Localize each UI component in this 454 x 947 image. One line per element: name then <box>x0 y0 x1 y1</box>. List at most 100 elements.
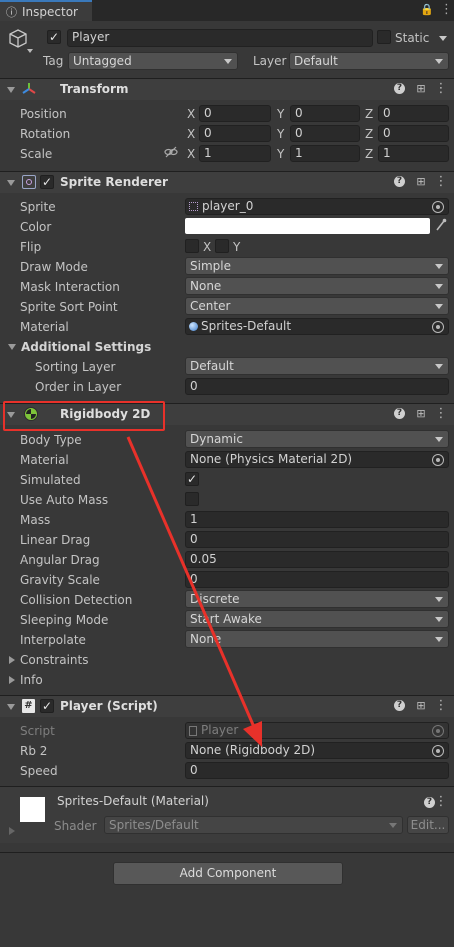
info-label[interactable]: Info <box>20 673 43 687</box>
mask-interaction-dropdown[interactable]: None <box>185 277 449 295</box>
component-menu-icon[interactable]: ⋮ <box>434 407 448 421</box>
add-component-button[interactable]: Add Component <box>113 862 343 885</box>
position-z-label[interactable]: Z <box>365 107 373 121</box>
mask-interaction-label: Mask Interaction <box>20 280 120 294</box>
collision-detection-dropdown[interactable]: Discrete <box>185 590 449 608</box>
script-value: Player <box>201 723 239 737</box>
preset-sliders-icon[interactable]: ⊞ <box>414 175 428 189</box>
material-foldout-icon[interactable] <box>9 827 15 835</box>
scale-x-label[interactable]: X <box>187 147 195 161</box>
additional-settings-foldout-icon[interactable] <box>8 344 16 350</box>
player-script-enabled-checkbox[interactable]: ✓ <box>40 699 54 713</box>
sorting-layer-dropdown[interactable]: Default <box>185 357 449 375</box>
component-menu-icon[interactable]: ⋮ <box>434 82 448 96</box>
tag-dropdown[interactable]: Untagged <box>68 52 238 70</box>
transform-header[interactable]: Transform ? ⊞ ⋮ <box>0 78 454 100</box>
position-y-label[interactable]: Y <box>277 107 284 121</box>
help-icon[interactable]: ? <box>394 176 405 187</box>
sleeping-mode-dropdown[interactable]: Start Awake <box>185 610 449 628</box>
constrain-proportions-icon[interactable] <box>164 146 178 161</box>
foldout-arrow-icon[interactable] <box>7 704 15 710</box>
material-preview-thumbnail[interactable] <box>20 797 45 822</box>
gravity-scale-input[interactable]: 0 <box>185 571 449 588</box>
speed-input[interactable]: 0 <box>185 762 449 779</box>
object-picker-icon[interactable] <box>432 321 444 333</box>
linear-drag-input[interactable]: 0 <box>185 531 449 548</box>
foldout-arrow-icon[interactable] <box>7 180 15 186</box>
gameobject-name-input[interactable]: Player <box>67 29 373 47</box>
scale-z-label[interactable]: Z <box>365 147 373 161</box>
order-in-layer-label: Order in Layer <box>35 380 122 394</box>
scale-y-label[interactable]: Y <box>277 147 284 161</box>
sorting-layer-value: Default <box>190 359 234 373</box>
sprite-renderer-header[interactable]: ✓ Sprite Renderer ? ⊞ ⋮ <box>0 171 454 193</box>
draw-mode-dropdown[interactable]: Simple <box>185 257 449 275</box>
rotation-y-input[interactable]: 0 <box>290 125 360 142</box>
kebab-menu-icon[interactable]: ⋮ <box>440 2 453 17</box>
scale-x-input[interactable]: 1 <box>199 145 271 162</box>
edit-shader-button[interactable]: Edit... <box>407 816 449 834</box>
material-preview-title[interactable]: Sprites-Default (Material) <box>57 794 209 808</box>
component-menu-icon[interactable]: ⋮ <box>434 175 448 189</box>
static-checkbox[interactable] <box>377 30 391 44</box>
help-icon[interactable]: ? <box>394 700 405 711</box>
preset-sliders-icon[interactable]: ⊞ <box>414 82 428 96</box>
info-foldout-icon[interactable] <box>9 676 15 684</box>
scale-label[interactable]: Scale <box>20 147 52 161</box>
tab-inspector[interactable]: ⓘ Inspector <box>0 0 92 21</box>
rb2-object-field[interactable]: None (Rigidbody 2D) <box>185 742 449 759</box>
constraints-label[interactable]: Constraints <box>20 653 88 667</box>
order-in-layer-input[interactable]: 0 <box>185 378 449 395</box>
component-menu-icon[interactable]: ⋮ <box>434 699 448 713</box>
position-y-input[interactable]: 0 <box>290 105 360 122</box>
position-z-input[interactable]: 0 <box>378 105 449 122</box>
additional-settings-label[interactable]: Additional Settings <box>21 340 151 354</box>
foldout-arrow-icon[interactable] <box>7 87 15 93</box>
color-swatch[interactable] <box>185 218 430 234</box>
chevron-down-icon <box>435 59 443 64</box>
gameobject-active-checkbox[interactable]: ✓ <box>47 30 61 44</box>
material-object-field[interactable]: Sprites-Default <box>185 318 449 335</box>
rotation-x-label[interactable]: X <box>187 127 195 141</box>
position-label[interactable]: Position <box>20 107 67 121</box>
lock-icon[interactable]: 🔒 <box>420 3 434 16</box>
component-menu-icon[interactable]: ⋮ <box>434 795 448 809</box>
scale-y-input[interactable]: 1 <box>290 145 360 162</box>
help-icon[interactable]: ? <box>394 408 405 419</box>
rotation-label[interactable]: Rotation <box>20 127 70 141</box>
player-script-header[interactable]: # ✓ Player (Script) ? ⊞ ⋮ <box>0 695 454 717</box>
rotation-z-input[interactable]: 0 <box>378 125 449 142</box>
mass-label: Mass <box>20 513 51 527</box>
interpolate-dropdown[interactable]: None <box>185 630 449 648</box>
sprite-renderer-enabled-checkbox[interactable]: ✓ <box>40 175 54 189</box>
sprite-renderer-title: Sprite Renderer <box>60 175 168 189</box>
rotation-z-label[interactable]: Z <box>365 127 373 141</box>
object-picker-icon[interactable] <box>432 201 444 213</box>
angular-drag-input[interactable]: 0.05 <box>185 551 449 568</box>
layer-dropdown[interactable]: Default <box>289 52 449 70</box>
help-icon[interactable]: ? <box>394 83 405 94</box>
position-x-input[interactable]: 0 <box>199 105 271 122</box>
flip-y-checkbox[interactable] <box>215 239 229 253</box>
icon-dropdown-caret-icon[interactable] <box>27 49 33 53</box>
object-picker-icon[interactable] <box>432 454 444 466</box>
simulated-checkbox[interactable]: ✓ <box>185 472 199 486</box>
rotation-y-label[interactable]: Y <box>277 127 284 141</box>
body-type-dropdown[interactable]: Dynamic <box>185 430 449 448</box>
eyedropper-icon[interactable] <box>435 218 447 235</box>
sprite-sort-point-dropdown[interactable]: Center <box>185 297 449 315</box>
shader-dropdown[interactable]: Sprites/Default <box>104 816 403 834</box>
mass-input[interactable]: 1 <box>185 511 449 528</box>
scale-z-input[interactable]: 1 <box>378 145 449 162</box>
preset-sliders-icon[interactable]: ⊞ <box>414 699 428 713</box>
use-auto-mass-checkbox[interactable] <box>185 492 199 506</box>
preset-sliders-icon[interactable]: ⊞ <box>414 407 428 421</box>
object-picker-icon[interactable] <box>432 745 444 757</box>
physics-material-field[interactable]: None (Physics Material 2D) <box>185 451 449 468</box>
constraints-foldout-icon[interactable] <box>9 656 15 664</box>
flip-x-checkbox[interactable] <box>185 239 199 253</box>
static-dropdown-caret-icon[interactable] <box>439 36 447 41</box>
rotation-x-input[interactable]: 0 <box>199 125 271 142</box>
sprite-object-field[interactable]: player_0 <box>185 198 449 215</box>
position-x-label[interactable]: X <box>187 107 195 121</box>
